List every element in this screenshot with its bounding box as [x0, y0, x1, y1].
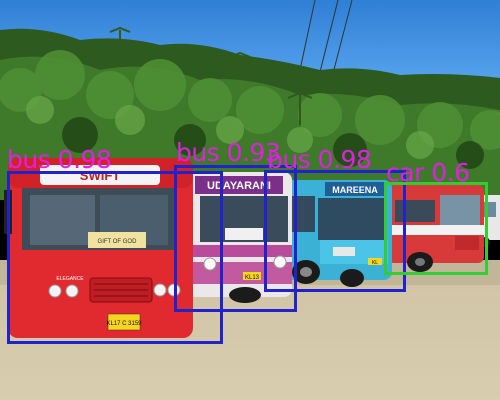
detection-label-car: car 0.6	[386, 158, 470, 187]
detection-box-car	[384, 182, 488, 275]
detection-label-bus-1: bus 0.98	[7, 145, 112, 174]
detection-label-bus-2: bus 0.93	[176, 138, 281, 167]
detection-label-bus-3: bus 0.98	[267, 145, 372, 174]
